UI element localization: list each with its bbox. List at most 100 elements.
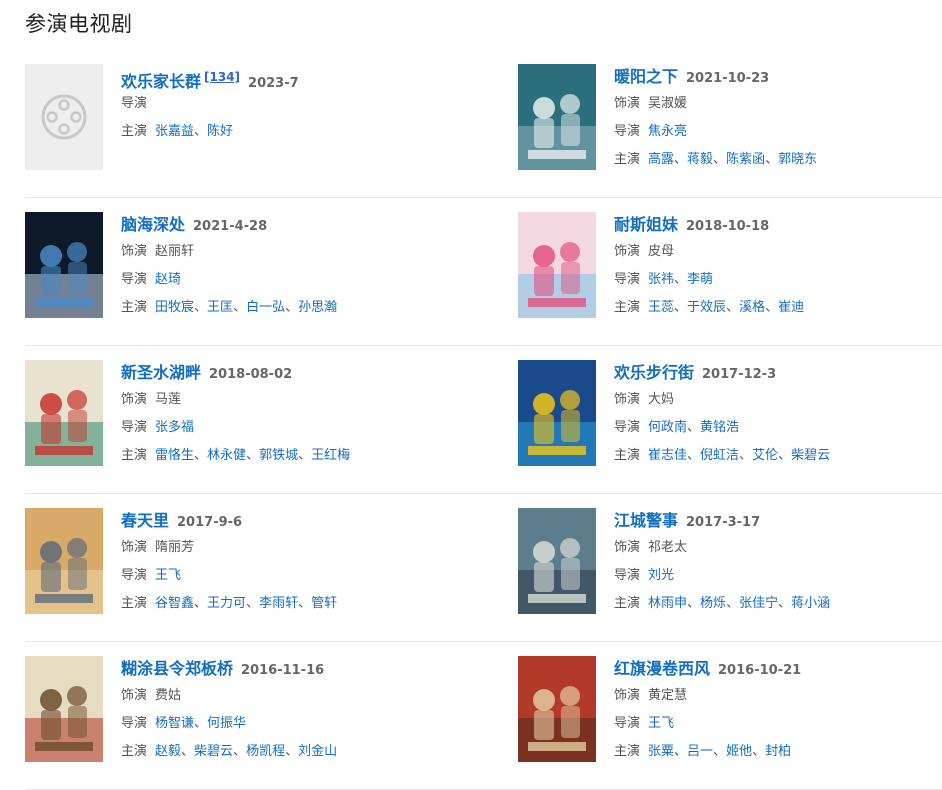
cast-link[interactable]: 封柏 [765, 744, 791, 759]
release-date: 2021-4-28 [193, 219, 268, 234]
series-item: 脑海深处 2021-4-28 饰演 赵丽轩 导演 赵琦 主演 田牧宸、王匡、白一弘、孙思瀚 [25, 212, 465, 322]
director-line: 导演 焦永亮 [614, 124, 942, 139]
cast-link[interactable]: 雷恪生 [155, 448, 194, 463]
series-title-link[interactable]: 脑海深处 [121, 215, 185, 234]
cast-link[interactable]: 陈紫函 [726, 152, 765, 167]
director-link[interactable]: 焦永亮 [648, 124, 687, 139]
poster-thumbnail[interactable] [25, 64, 103, 170]
section-title: 参演电视剧 [25, 12, 133, 36]
series-title-link[interactable]: 欢乐家长群 [121, 72, 201, 91]
poster-thumbnail[interactable] [25, 360, 103, 466]
cast-link[interactable]: 张佳宁 [739, 596, 778, 611]
cast-link[interactable]: 王力可 [207, 596, 246, 611]
cast-link[interactable]: 蒋小涵 [791, 596, 830, 611]
cast-link[interactable]: 姬他 [726, 744, 752, 759]
cast-link[interactable]: 杨凯程 [246, 744, 285, 759]
series-title-link[interactable]: 暖阳之下 [614, 67, 678, 86]
director-link[interactable]: 张多福 [155, 420, 194, 435]
series-title-link[interactable]: 欢乐步行街 [614, 363, 694, 382]
separator: 、 [285, 744, 299, 759]
title-line: 春天里 2017-9-6 [121, 508, 465, 534]
cast-link[interactable]: 张嘉益 [155, 124, 194, 139]
role-line: 饰演 赵丽轩 [121, 244, 465, 259]
citation-link[interactable]: [134] [204, 70, 240, 84]
cast-link[interactable]: 柴碧云 [791, 448, 830, 463]
cast-link[interactable]: 王匡 [207, 300, 233, 315]
series-row: 糊涂县令郑板桥 2016-11-16 饰演 费姑 导演 杨智谦、何振华 主演 赵毅、柴碧云、杨… [25, 642, 942, 790]
role-line: 饰演 吴淑媛 [614, 96, 942, 111]
series-item: 春天里 2017-9-6 饰演 隋丽芳 导演 王飞 主演 谷智鑫、王力可、李雨轩、管轩 [25, 508, 465, 618]
cast-link[interactable]: 刘金山 [298, 744, 337, 759]
cast-link[interactable]: 崔迪 [778, 300, 804, 315]
cast-line: 主演 林雨申、杨烁、张佳宁、蒋小涵 [614, 596, 942, 611]
director-link[interactable]: 王飞 [648, 716, 674, 731]
cast-link[interactable]: 王蕊 [648, 300, 674, 315]
cast-link[interactable]: 赵毅 [155, 744, 181, 759]
director-link[interactable]: 杨智谦 [155, 716, 194, 731]
cast-link[interactable]: 陈好 [207, 124, 233, 139]
series-title-link[interactable]: 红旗漫卷西风 [614, 659, 710, 678]
poster-image [25, 656, 103, 762]
separator: 、 [194, 300, 208, 315]
cast-link[interactable]: 王红梅 [311, 448, 350, 463]
cast-link[interactable]: 杨烁 [700, 596, 726, 611]
cast-link[interactable]: 倪虹洁 [700, 448, 739, 463]
cast-link[interactable]: 蒋毅 [687, 152, 713, 167]
cast-link[interactable]: 林永健 [207, 448, 246, 463]
series-info: 春天里 2017-9-6 饰演 隋丽芳 导演 王飞 主演 谷智鑫、王力可、李雨轩、管轩 [121, 508, 465, 611]
series-title-link[interactable]: 春天里 [121, 511, 169, 530]
poster-thumbnail[interactable] [518, 64, 596, 170]
poster-thumbnail[interactable] [518, 360, 596, 466]
cast-link[interactable]: 于效辰 [687, 300, 726, 315]
cast-link[interactable]: 崔志佳 [648, 448, 687, 463]
series-title-link[interactable]: 糊涂县令郑板桥 [121, 659, 233, 678]
director-label: 导演 [121, 96, 148, 111]
cast-link[interactable]: 柴碧云 [194, 744, 233, 759]
series-title-link[interactable]: 江城警事 [614, 511, 678, 530]
series-info: 红旗漫卷西风 2016-10-21 饰演 黄定慧 导演 王飞 主演 张粟、吕一、姬他、封柏 [614, 656, 942, 759]
series-title-link[interactable]: 耐斯姐妹 [614, 215, 678, 234]
cast-link[interactable]: 郭铁城 [259, 448, 298, 463]
poster-thumbnail[interactable] [518, 212, 596, 318]
cast-link[interactable]: 吕一 [687, 744, 713, 759]
poster-thumbnail[interactable] [25, 212, 103, 318]
cast-link[interactable]: 张粟 [648, 744, 674, 759]
role-label: 饰演 [614, 540, 641, 555]
director-link[interactable]: 何振华 [207, 716, 246, 731]
poster-image [25, 508, 103, 614]
separator: 、 [752, 744, 766, 759]
role-line: 饰演 费姑 [121, 688, 465, 703]
director-line: 导演 王飞 [121, 568, 465, 583]
poster-thumbnail[interactable] [518, 508, 596, 614]
director-link[interactable]: 赵琦 [155, 272, 181, 287]
poster-thumbnail[interactable] [518, 656, 596, 762]
title-line: 暖阳之下 2021-10-23 [614, 64, 942, 90]
director-link[interactable]: 何政南 [648, 420, 687, 435]
release-date: 2017-12-3 [702, 367, 777, 382]
cast-link[interactable]: 孙思瀚 [298, 300, 337, 315]
release-date: 2021-10-23 [686, 71, 770, 86]
cast-link[interactable]: 李雨轩 [259, 596, 298, 611]
cast-link[interactable]: 溪格 [739, 300, 765, 315]
cast-link[interactable]: 高露 [648, 152, 674, 167]
cast-link[interactable]: 林雨申 [648, 596, 687, 611]
poster-thumbnail[interactable] [25, 508, 103, 614]
cast-link[interactable]: 谷智鑫 [155, 596, 194, 611]
director-link[interactable]: 王飞 [155, 568, 181, 583]
cast-link[interactable]: 艾伦 [752, 448, 778, 463]
role-name: 马莲 [155, 392, 182, 407]
director-link[interactable]: 刘光 [648, 568, 674, 583]
cast-link[interactable]: 郭晓东 [778, 152, 817, 167]
cast-link[interactable]: 田牧宸 [155, 300, 194, 315]
series-title-link[interactable]: 新圣水湖畔 [121, 363, 201, 382]
cast-link[interactable]: 管轩 [311, 596, 337, 611]
director-line: 导演 杨智谦、何振华 [121, 716, 465, 731]
director-link[interactable]: 张祎 [648, 272, 674, 287]
cast-link[interactable]: 白一弘 [246, 300, 285, 315]
poster-thumbnail[interactable] [25, 656, 103, 762]
director-link[interactable]: 黄铭浩 [700, 420, 739, 435]
role-line: 饰演 隋丽芳 [121, 540, 465, 555]
director-link[interactable]: 李萌 [687, 272, 713, 287]
role-label: 饰演 [614, 96, 641, 111]
cast-label: 主演 [614, 744, 641, 759]
